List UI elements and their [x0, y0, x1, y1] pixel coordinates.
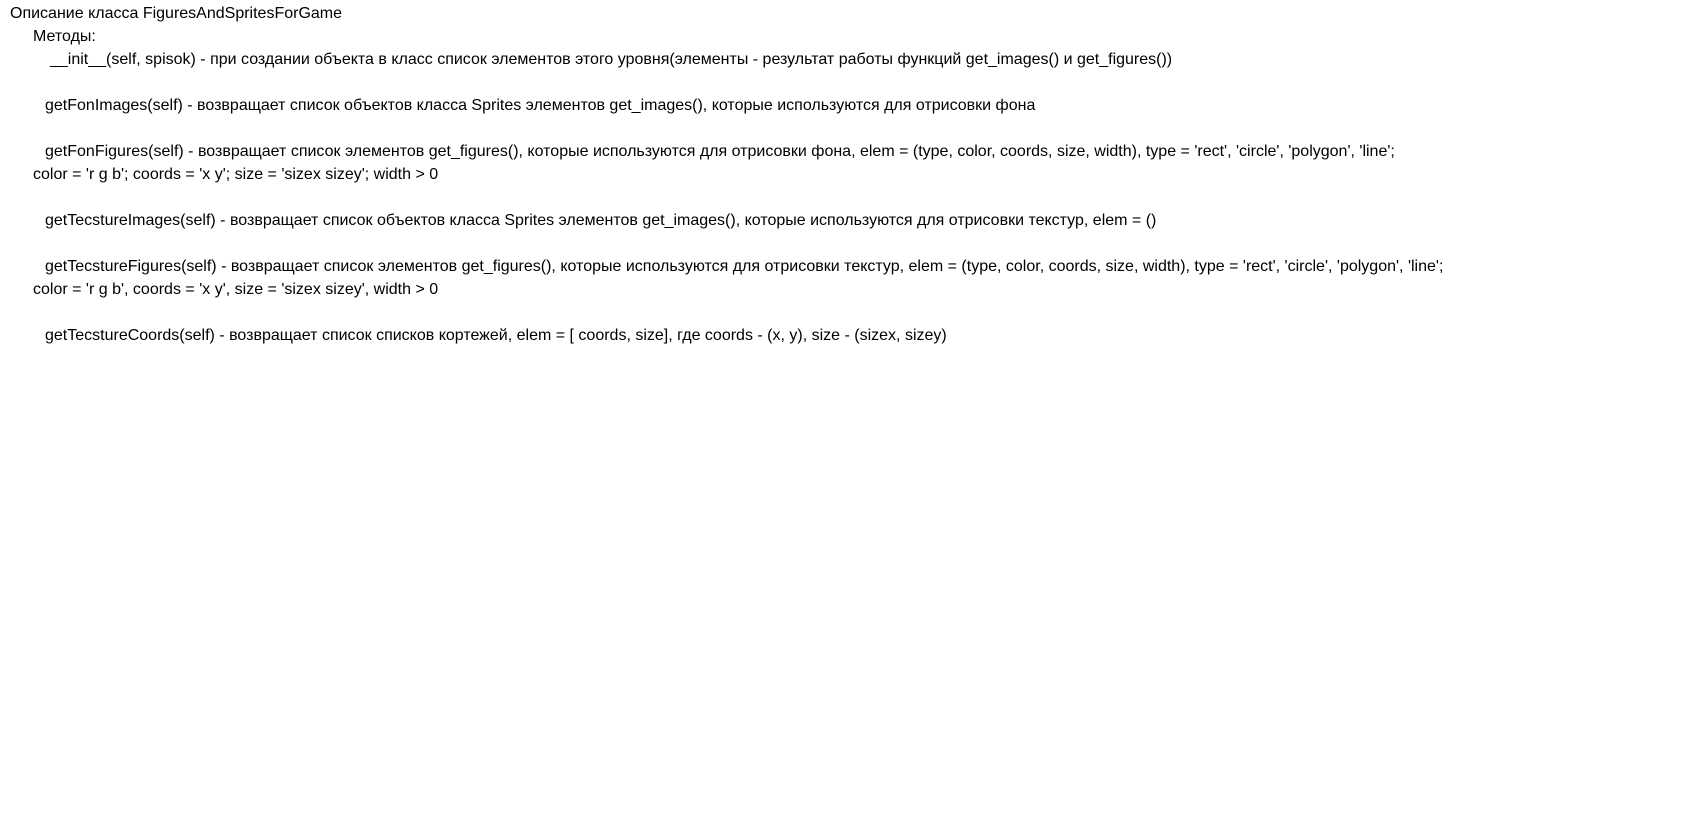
method-gettecsturefigures-continuation: color = 'r g b', coords = 'x y', size = … — [33, 281, 439, 298]
page-title: Описание класса FiguresAndSpritesForGame — [10, 5, 343, 22]
document: Описание класса FiguresAndSpritesForGame… — [10, 2, 1650, 347]
method-init: __init__(self, spisok) - при создании об… — [50, 51, 1173, 68]
method-getfonfigures: getFonFigures(self) - возвращает список … — [45, 143, 1395, 160]
method-gettecstureimages: getTecstureImages(self) - возвращает спи… — [45, 212, 1157, 229]
method-gettecsturecoords: getTecstureCoords(self) - возвращает спи… — [45, 327, 947, 344]
method-getfonimages: getFonImages(self) - возвращает список о… — [45, 97, 1036, 114]
methods-section: Методы: __init__(self, spisok) - при соз… — [33, 25, 1650, 347]
method-gettecsturefigures: getTecstureFigures(self) - возвращает сп… — [45, 258, 1444, 275]
section-label: Методы: — [33, 28, 96, 45]
method-getfonfigures-continuation: color = 'r g b'; coords = 'x y'; size = … — [33, 166, 439, 183]
